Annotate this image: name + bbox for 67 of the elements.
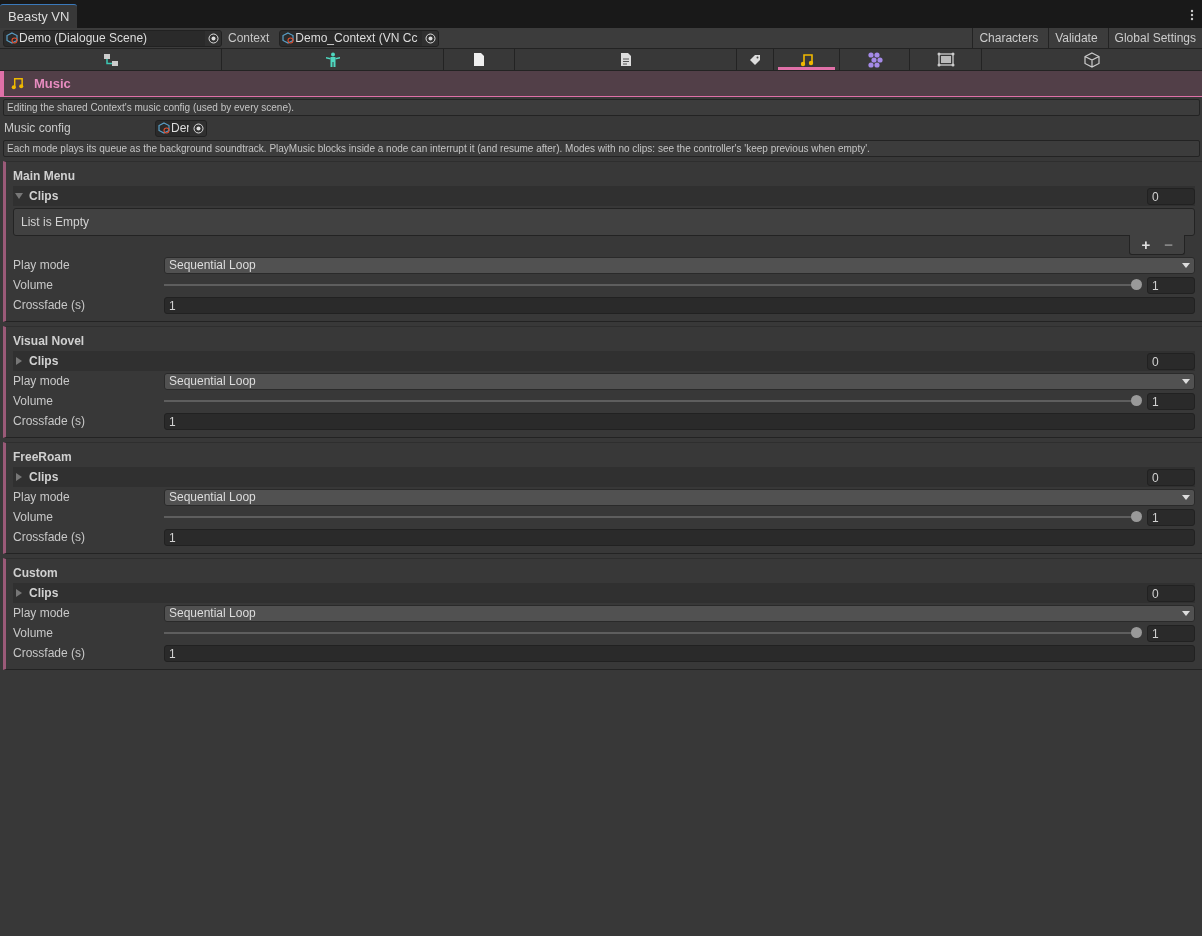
clips-count-field[interactable]: 0: [1147, 584, 1195, 602]
mode-title: Visual Novel: [13, 333, 86, 350]
tag-icon: [749, 53, 761, 66]
clips-foldout[interactable]: Clips: [15, 470, 1147, 484]
menu-icon[interactable]: [1190, 9, 1194, 21]
clips-count-field[interactable]: 0: [1147, 468, 1195, 486]
add-button[interactable]: +: [1136, 235, 1156, 254]
play-mode-dropdown[interactable]: Sequential Loop: [164, 604, 1195, 622]
prefab-icon: [6, 32, 18, 44]
play-mode-dropdown[interactable]: Sequential Loop: [164, 372, 1195, 390]
field-label: Play mode: [13, 258, 71, 272]
crossfade-field[interactable]: 1: [164, 528, 1195, 546]
dropdown-arrow-icon: [1182, 610, 1190, 616]
field-label: Volume: [13, 510, 55, 524]
context-field[interactable]: Demo_Context (VN Cc: [279, 29, 440, 47]
music-icon: [11, 77, 24, 90]
nodes-icon: [865, 51, 884, 68]
clips-foldout[interactable]: Clips: [15, 354, 1147, 368]
mode-title: Main Menu: [13, 168, 76, 185]
frame-icon: [936, 52, 955, 67]
field-label: Play mode: [13, 606, 71, 620]
page-icon: [473, 52, 485, 67]
volume-field[interactable]: 1: [1147, 276, 1195, 294]
field-label: Crossfade (s): [13, 646, 87, 660]
field-label: Music config: [4, 121, 72, 135]
flow-icon: [102, 52, 119, 67]
crossfade-field[interactable]: 1: [164, 296, 1195, 314]
clips-foldout[interactable]: Clips: [15, 586, 1147, 600]
object-picker-icon[interactable]: [422, 30, 439, 46]
info-message: Editing the shared Context's music config (used by every scene).: [3, 99, 1200, 116]
scene-field[interactable]: Demo (Dialogue Scene): [3, 29, 222, 47]
context-label: Context: [227, 31, 271, 45]
window-tab[interactable]: Beasty VN: [0, 4, 78, 28]
dropdown-arrow-icon: [1182, 262, 1190, 268]
field-label: Play mode: [13, 490, 71, 504]
field-label: Crossfade (s): [13, 530, 87, 544]
volume-field[interactable]: 1: [1147, 392, 1195, 410]
field-label: Volume: [13, 278, 55, 292]
mode-title: Custom: [13, 565, 59, 582]
play-mode-dropdown[interactable]: Sequential Loop: [164, 256, 1195, 274]
volume-field[interactable]: 1: [1147, 508, 1195, 526]
field-label: Play mode: [13, 374, 71, 388]
clips-count-field[interactable]: 0: [1147, 352, 1195, 370]
field-label: Volume: [13, 394, 55, 408]
object-picker-icon[interactable]: [205, 30, 221, 46]
crossfade-field[interactable]: 1: [164, 644, 1195, 662]
object-picker-icon[interactable]: [190, 120, 206, 136]
clips-foldout[interactable]: Clips: [15, 189, 1147, 203]
dropdown-arrow-icon: [1182, 494, 1190, 500]
clips-count-field[interactable]: 0: [1147, 187, 1195, 205]
field-label: Volume: [13, 626, 55, 640]
prefab-icon: [158, 122, 170, 134]
field-label: Crossfade (s): [13, 298, 87, 312]
section-title: Music: [34, 76, 71, 91]
mode-title: FreeRoam: [13, 449, 73, 466]
cube-icon: [1084, 51, 1100, 68]
crossfade-field[interactable]: 1: [164, 412, 1195, 430]
music-icon: [799, 52, 814, 67]
play-mode-dropdown[interactable]: Sequential Loop: [164, 488, 1195, 506]
field-label: Crossfade (s): [13, 414, 87, 428]
empty-list-text: List is Empty: [21, 215, 89, 229]
prefab-icon: [282, 32, 295, 44]
volume-field[interactable]: 1: [1147, 624, 1195, 642]
dropdown-arrow-icon: [1182, 378, 1190, 384]
figure-icon: [324, 51, 341, 68]
help-message: Each mode plays its queue as the background soundtrack. PlayMusic blocks inside a node can interrupt it (and resume after). Modes with no clips: see the controller's 'keep previous when empty'.: [3, 140, 1200, 157]
document-icon: [619, 52, 632, 67]
